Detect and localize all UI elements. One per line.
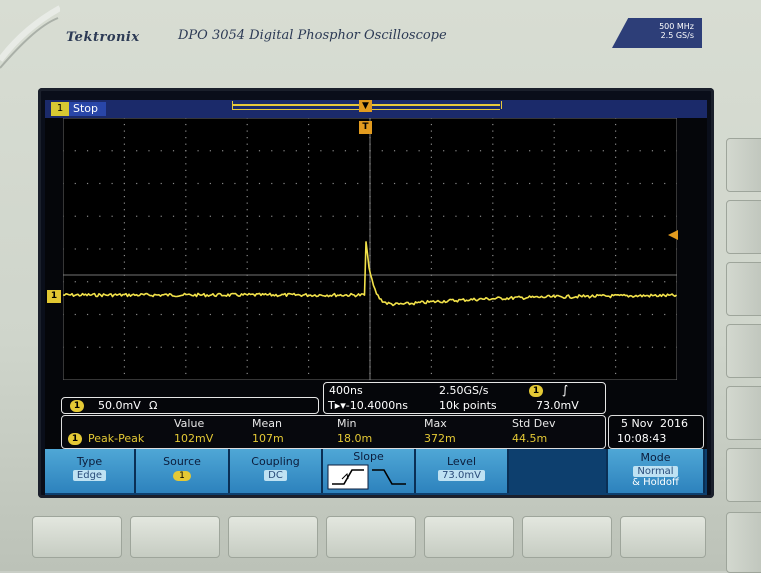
slope-label: Slope (353, 450, 384, 463)
side-button-1[interactable] (726, 138, 761, 192)
softkey-source[interactable]: Source 1 (136, 449, 230, 493)
meas-min: 18.0m (337, 432, 373, 445)
mode-value: Normal (633, 466, 678, 477)
bezel-button-7[interactable] (620, 516, 706, 558)
timebase-box[interactable]: 400ns 2.50GS/s 1 ∫ T▸▾-10.4000ns 10k poi… (323, 382, 606, 414)
trigger-marker-icon[interactable]: T (359, 121, 372, 134)
coupling-value: DC (264, 470, 287, 481)
softkey-coupling[interactable]: Coupling DC (230, 449, 323, 493)
level-label: Level (446, 455, 477, 468)
ch1-ground-marker-icon[interactable]: 1 (47, 290, 61, 303)
date-readout: 5 Nov 2016 (621, 417, 688, 430)
bezel-button-2[interactable] (130, 516, 220, 558)
type-label: Type (76, 455, 103, 468)
status-channel-tag: 1 (51, 102, 69, 116)
sample-rate: 2.50GS/s (439, 384, 489, 397)
meas-header-mean: Mean (252, 417, 282, 430)
time-readout: 10:08:43 (617, 432, 667, 445)
side-button-3[interactable] (726, 262, 761, 316)
meas-name: Peak-Peak (88, 432, 145, 445)
bezel-button-3[interactable] (228, 516, 318, 558)
meas-header-min: Min (337, 417, 357, 430)
softkey-level[interactable]: Level 73.0mV (416, 449, 509, 493)
softkey-slope[interactable]: Slope (323, 449, 416, 493)
waveform-graticule (63, 118, 677, 380)
channel-impedance: Ω (149, 399, 158, 412)
meas-value: 102mV (174, 432, 214, 445)
trigger-source-tag: 1 (529, 385, 543, 397)
meas-header-value: Value (174, 417, 205, 430)
source-label: Source (163, 455, 201, 468)
bezel-button-6[interactable] (522, 516, 612, 558)
mode-value-holdoff: & Holdoff (632, 477, 679, 488)
trigger-slope-icon: ∫ (562, 383, 569, 397)
softkey-mode[interactable]: Mode Normal & Holdoff (608, 449, 705, 493)
bezel-button-5[interactable] (424, 516, 514, 558)
side-button-2[interactable] (726, 200, 761, 254)
trigger-level-arrow-icon[interactable] (668, 230, 678, 240)
probe-cable (0, 5, 60, 69)
side-button-4[interactable] (726, 324, 761, 378)
softkey-type[interactable]: Type Edge (45, 449, 136, 493)
meas-channel-tag: 1 (68, 433, 82, 445)
trigger-level-readout: 73.0mV (536, 399, 579, 412)
side-button-5[interactable] (726, 386, 761, 440)
meas-header-std-dev: Std Dev (512, 417, 556, 430)
trigger-position-arrow-icon: ▼ (359, 100, 372, 112)
measurement-panel[interactable]: Value Mean Min Max Std Dev 1 Peak-Peak 1… (61, 415, 606, 449)
record-length: 10k points (439, 399, 497, 412)
trigger-position: T▸▾-10.4000ns (328, 399, 408, 412)
spec-sample-rate: 2.5 GS/s (660, 31, 694, 40)
channel-scale-box[interactable]: 1 50.0mV Ω (61, 397, 319, 414)
bezel-button-4[interactable] (326, 516, 416, 558)
coupling-label: Coupling (251, 455, 300, 468)
side-button-7[interactable] (726, 512, 761, 573)
source-value: 1 (173, 471, 191, 481)
bezel-button-1[interactable] (32, 516, 122, 558)
acq-state-label: Stop (73, 102, 99, 115)
model-title: DPO 3054 Digital Phosphor Oscilloscope (178, 28, 447, 43)
time-per-div: 400ns (329, 384, 363, 397)
meas-std-dev: 44.5m (512, 432, 548, 445)
date-time-box: 5 Nov 2016 10:08:43 (608, 415, 704, 449)
side-button-6[interactable] (726, 448, 761, 502)
mode-label: Mode (640, 451, 671, 464)
meas-mean: 107m (252, 432, 284, 445)
falling-edge-icon[interactable] (371, 469, 406, 485)
channel-tag: 1 (70, 399, 84, 412)
meas-max: 372m (424, 432, 456, 445)
level-value: 73.0mV (438, 470, 485, 481)
brand-logo: Tektronix (66, 30, 140, 45)
type-value: Edge (72, 470, 107, 481)
softkey-blank[interactable] (509, 449, 608, 493)
channel-volts-div: 50.0mV (98, 399, 141, 412)
slope-selector (327, 464, 406, 490)
meas-header-max: Max (424, 417, 447, 430)
